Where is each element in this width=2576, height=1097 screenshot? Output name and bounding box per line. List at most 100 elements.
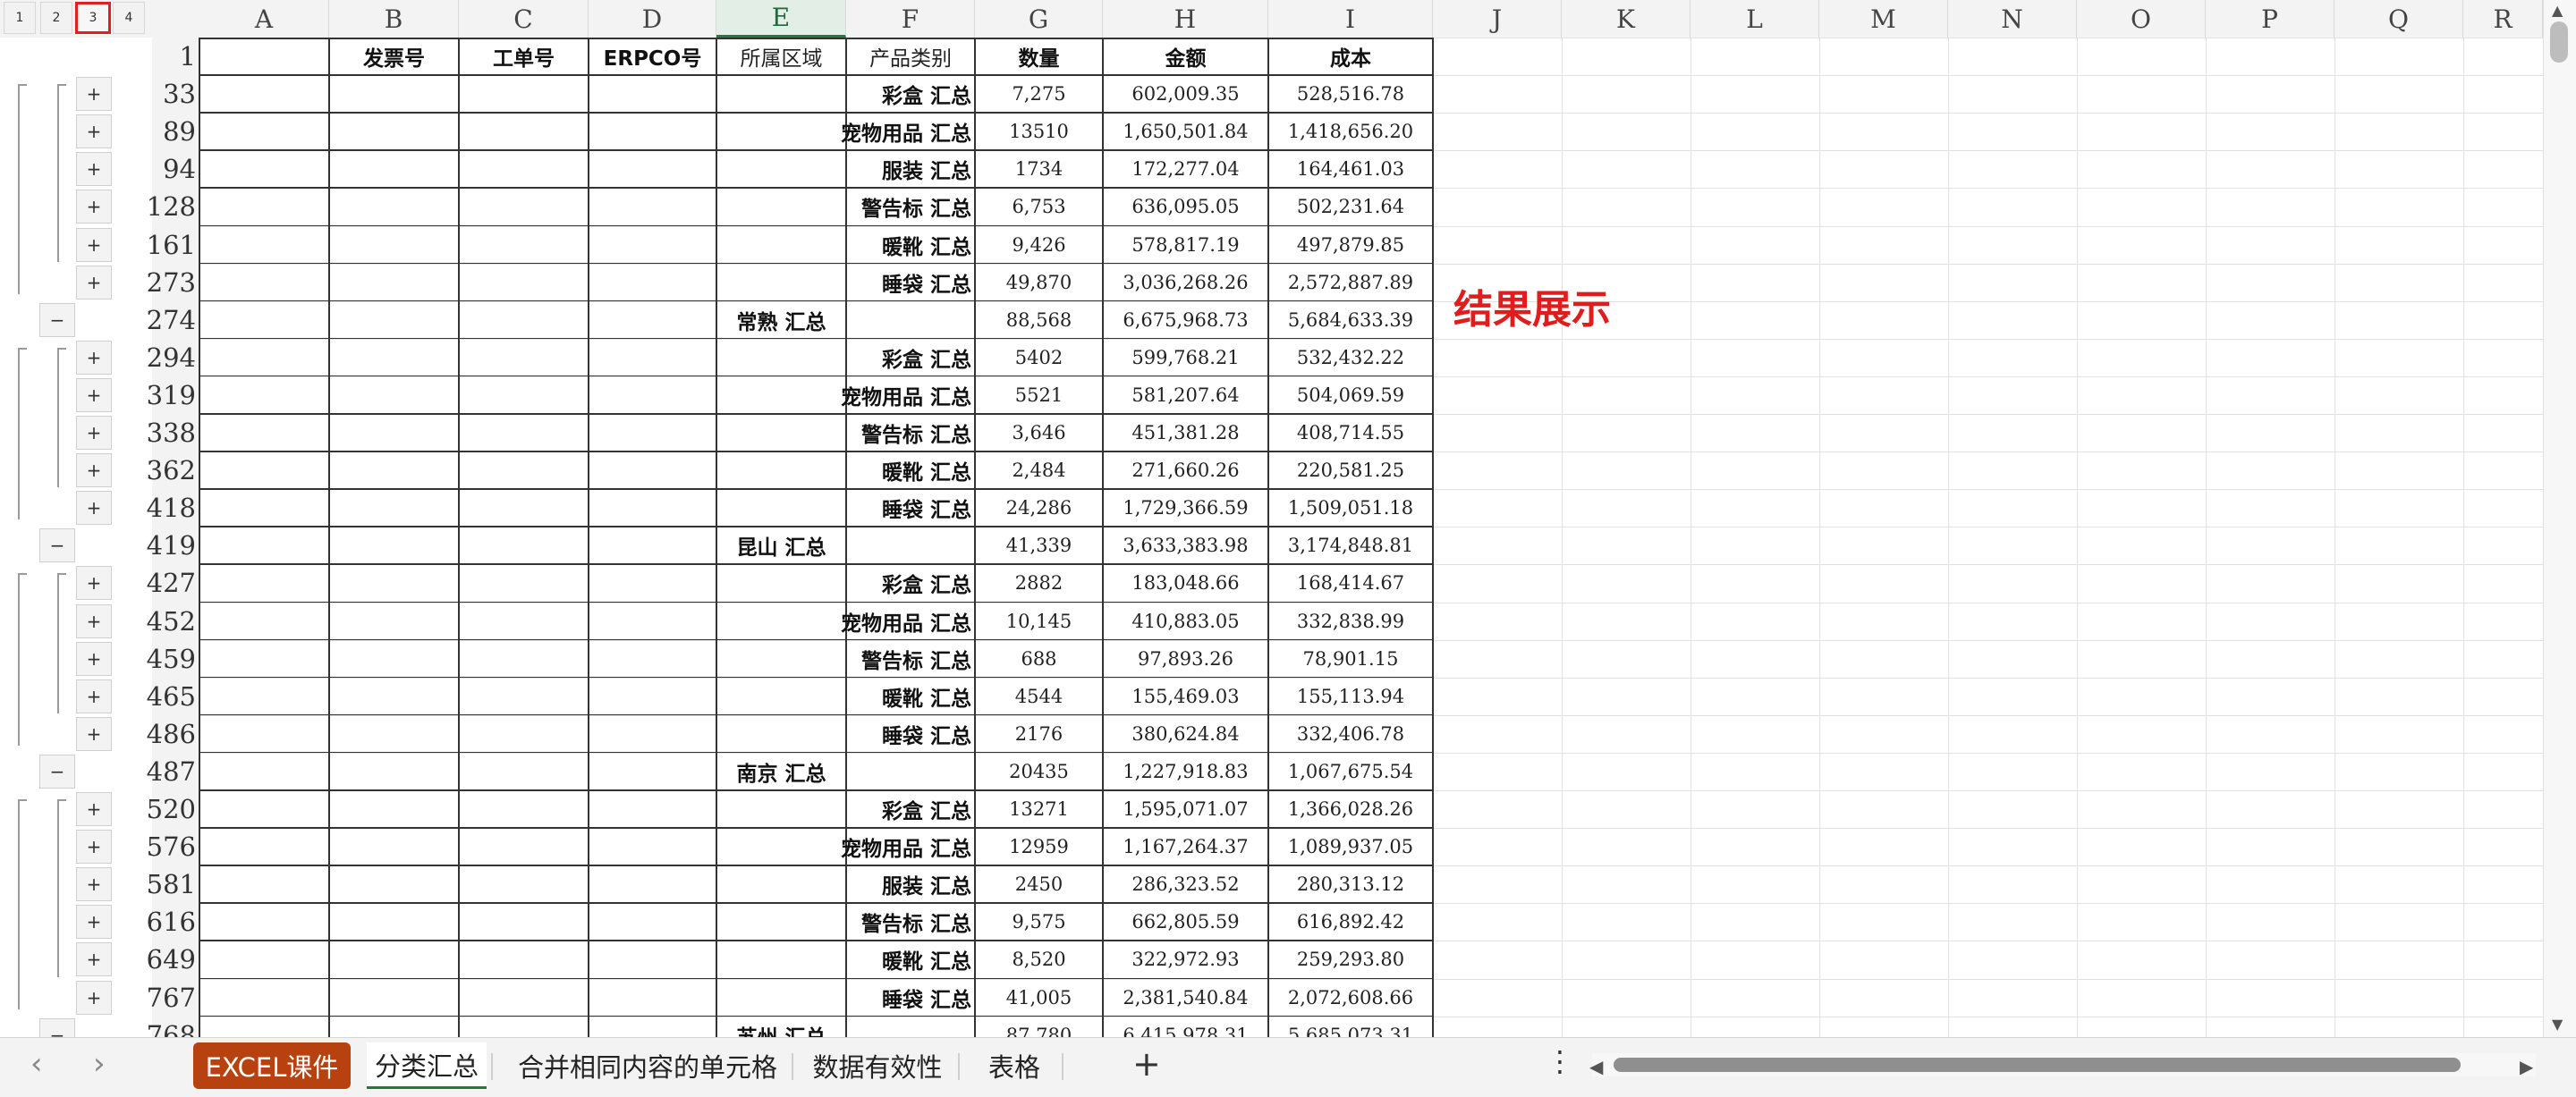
amount-cell[interactable]: 3,036,268.26 <box>1103 264 1268 301</box>
vertical-scrollbar[interactable] <box>2543 0 2576 1037</box>
sheet-tab-3[interactable]: 合并相同内容的单元格 <box>508 1042 787 1089</box>
header-cell-F[interactable]: 产品类别 <box>846 38 975 75</box>
row-number[interactable]: 616 <box>147 903 199 941</box>
category-subtotal-cell[interactable]: 彩盒 汇总 <box>835 75 973 113</box>
expand-group-button[interactable]: + <box>76 641 112 676</box>
row-number[interactable]: 487 <box>147 753 199 790</box>
qty-cell[interactable]: 1734 <box>975 150 1103 188</box>
amount-cell[interactable]: 155,469.03 <box>1103 678 1268 715</box>
amount-cell[interactable]: 1,167,264.37 <box>1103 828 1268 865</box>
expand-group-button[interactable]: + <box>76 867 112 902</box>
amount-cell[interactable]: 172,277.04 <box>1103 150 1268 188</box>
expand-group-button[interactable]: + <box>76 603 112 638</box>
row-number[interactable]: 576 <box>147 828 199 865</box>
amount-cell[interactable]: 271,660.26 <box>1103 451 1268 489</box>
row-number[interactable]: 89 <box>152 113 199 150</box>
more-options-icon[interactable]: ⋮ <box>1546 1044 1574 1078</box>
amount-cell[interactable]: 1,650,501.84 <box>1103 113 1268 150</box>
amount-cell[interactable]: 578,817.19 <box>1103 226 1268 264</box>
category-subtotal-cell[interactable]: 睡袋 汇总 <box>835 489 973 527</box>
row-number[interactable]: 1 <box>152 38 199 75</box>
amount-cell[interactable]: 6,675,968.73 <box>1103 301 1268 339</box>
category-subtotal-cell[interactable]: 睡袋 汇总 <box>835 715 973 753</box>
column-header-C[interactable]: C <box>459 0 589 38</box>
expand-group-button[interactable]: + <box>76 830 112 865</box>
qty-cell[interactable]: 688 <box>975 640 1103 678</box>
expand-group-button[interactable]: + <box>76 491 112 526</box>
qty-cell[interactable]: 2450 <box>975 865 1103 903</box>
region-subtotal-cell[interactable]: 南京 汇总 <box>716 753 846 790</box>
header-cell-I[interactable]: 成本 <box>1268 38 1433 75</box>
category-subtotal-cell[interactable]: 暖靴 汇总 <box>835 451 973 489</box>
row-number[interactable]: 767 <box>147 979 199 1017</box>
cost-cell[interactable]: 168,414.67 <box>1268 564 1433 602</box>
row-number[interactable]: 319 <box>147 376 199 414</box>
expand-group-button[interactable]: + <box>76 792 112 826</box>
row-number[interactable]: 273 <box>147 264 199 301</box>
qty-cell[interactable]: 7,275 <box>975 75 1103 113</box>
amount-cell[interactable]: 636,095.05 <box>1103 188 1268 225</box>
amount-cell[interactable]: 1,729,366.59 <box>1103 489 1268 527</box>
category-subtotal-cell[interactable]: 警告标 汇总 <box>835 188 973 225</box>
category-subtotal-cell[interactable]: 睡袋 汇总 <box>835 264 973 301</box>
qty-cell[interactable]: 41,005 <box>975 979 1103 1017</box>
expand-group-button[interactable]: + <box>76 77 112 112</box>
prev-sheet-arrow-icon[interactable]: ‹ <box>30 1046 43 1082</box>
collapse-group-button[interactable]: − <box>39 302 75 337</box>
qty-cell[interactable]: 5521 <box>975 376 1103 414</box>
expand-group-button[interactable]: + <box>76 453 112 488</box>
row-number[interactable]: 274 <box>147 301 199 339</box>
scroll-up-arrow-icon[interactable]: ▲ <box>2552 2 2563 19</box>
add-sheet-button[interactable]: + <box>1132 1044 1161 1084</box>
column-header-B[interactable]: B <box>329 0 459 38</box>
expand-group-button[interactable]: + <box>76 716 112 751</box>
cost-cell[interactable]: 1,366,028.26 <box>1268 790 1433 828</box>
qty-cell[interactable]: 24,286 <box>975 489 1103 527</box>
qty-cell[interactable]: 4544 <box>975 678 1103 715</box>
cost-cell[interactable]: 504,069.59 <box>1268 376 1433 414</box>
qty-cell[interactable]: 41,339 <box>975 527 1103 564</box>
row-number[interactable]: 128 <box>147 188 199 225</box>
qty-cell[interactable]: 13271 <box>975 790 1103 828</box>
qty-cell[interactable]: 6,753 <box>975 188 1103 225</box>
amount-cell[interactable]: 2,381,540.84 <box>1103 979 1268 1017</box>
qty-cell[interactable]: 10,145 <box>975 603 1103 640</box>
amount-cell[interactable]: 602,009.35 <box>1103 75 1268 113</box>
row-number[interactable]: 465 <box>147 678 199 715</box>
horizontal-scroll-thumb[interactable] <box>1614 1058 2461 1072</box>
category-subtotal-cell[interactable]: 警告标 汇总 <box>835 903 973 941</box>
cost-cell[interactable]: 2,072,608.66 <box>1268 979 1433 1017</box>
row-number[interactable]: 581 <box>147 865 199 903</box>
row-number[interactable]: 459 <box>147 640 199 678</box>
amount-cell[interactable]: 322,972.93 <box>1103 941 1268 978</box>
expand-group-button[interactable]: + <box>76 227 112 262</box>
qty-cell[interactable]: 9,426 <box>975 226 1103 264</box>
column-header-D[interactable]: D <box>589 0 716 38</box>
region-subtotal-cell[interactable]: 昆山 汇总 <box>716 527 846 564</box>
qty-cell[interactable]: 5402 <box>975 339 1103 376</box>
column-header-G[interactable]: G <box>975 0 1103 38</box>
vertical-scroll-thumb[interactable] <box>2550 21 2568 63</box>
outline-level-1-button[interactable]: 1 <box>4 2 36 34</box>
amount-cell[interactable]: 581,207.64 <box>1103 376 1268 414</box>
qty-cell[interactable]: 2,484 <box>975 451 1103 489</box>
row-number[interactable]: 419 <box>147 527 199 564</box>
expand-group-button[interactable]: + <box>76 679 112 713</box>
header-cell-E[interactable]: 所属区域 <box>716 38 846 75</box>
category-subtotal-cell[interactable]: 彩盒 汇总 <box>835 339 973 376</box>
cost-cell[interactable]: 5,684,633.39 <box>1268 301 1433 339</box>
cost-cell[interactable]: 1,067,675.54 <box>1268 753 1433 790</box>
expand-group-button[interactable]: + <box>76 340 112 375</box>
cost-cell[interactable]: 220,581.25 <box>1268 451 1433 489</box>
category-subtotal-cell[interactable]: 彩盒 汇总 <box>835 790 973 828</box>
expand-group-button[interactable]: + <box>76 416 112 450</box>
amount-cell[interactable]: 410,883.05 <box>1103 603 1268 640</box>
cost-cell[interactable]: 1,509,051.18 <box>1268 489 1433 527</box>
sheet-tab-1[interactable]: EXCEL课件 <box>193 1042 351 1089</box>
cost-cell[interactable]: 1,089,937.05 <box>1268 828 1433 865</box>
qty-cell[interactable]: 2176 <box>975 715 1103 753</box>
expand-group-button[interactable]: + <box>76 566 112 601</box>
qty-cell[interactable]: 3,646 <box>975 414 1103 451</box>
outline-level-3-button[interactable]: 3 <box>75 2 111 34</box>
column-header-L[interactable]: L <box>1690 0 1819 38</box>
